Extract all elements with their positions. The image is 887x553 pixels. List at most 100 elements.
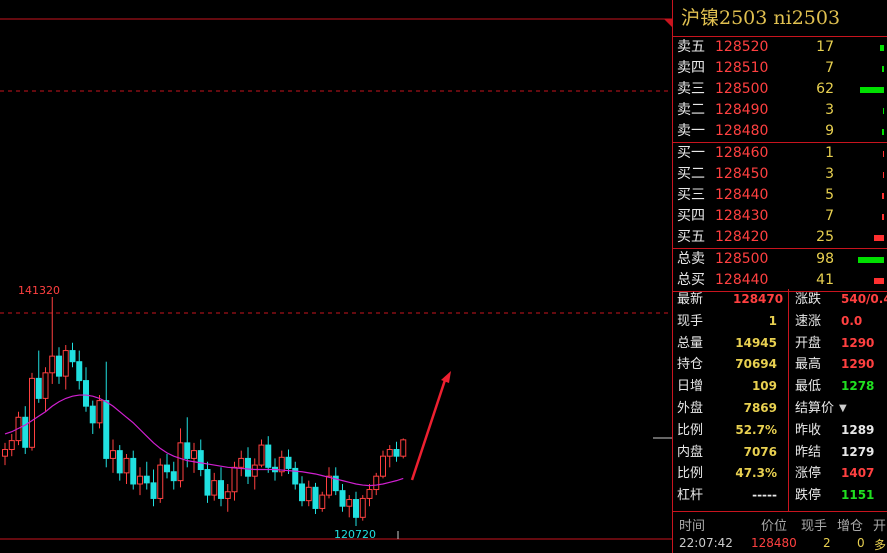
ask-label: 卖一 bbox=[677, 123, 705, 139]
candle-body bbox=[177, 442, 184, 482]
ask-volume-bar bbox=[883, 108, 884, 114]
candle-body bbox=[69, 350, 76, 363]
stats-table: 最新 128470 涨跌 540/0.4 现手 1 速涨 0.0 总量 14945 开盘 1290 持仓… bbox=[673, 289, 887, 507]
stat-label: 最低 bbox=[795, 379, 822, 395]
low-price-label: 120720 bbox=[334, 528, 376, 541]
candle-body bbox=[211, 480, 218, 496]
bid-row[interactable]: 买五 128420 25 bbox=[673, 227, 887, 248]
up-arrow-annotation bbox=[410, 371, 451, 481]
ask-volume: 9 bbox=[825, 123, 834, 139]
ask-volume-bar bbox=[880, 45, 884, 51]
stat-value: 7076 bbox=[743, 444, 777, 459]
bid-volume-bar bbox=[874, 235, 884, 241]
candle-body bbox=[373, 475, 380, 491]
stat-value: 0.0 bbox=[841, 313, 863, 328]
stat-value: 1279 bbox=[841, 444, 875, 459]
candle-body bbox=[238, 457, 245, 468]
candle-body bbox=[400, 439, 407, 457]
stat-row: 现手 1 速涨 0.0 bbox=[673, 311, 887, 333]
candle-body bbox=[35, 377, 42, 399]
bid-price: 128460 bbox=[715, 145, 769, 161]
trade-time: 22:07:42 bbox=[679, 536, 733, 550]
ask-volume: 7 bbox=[825, 60, 834, 76]
ask-row[interactable]: 卖二 128490 3 bbox=[673, 100, 887, 121]
ask-volume: 3 bbox=[825, 102, 834, 118]
candle-body bbox=[110, 450, 116, 459]
stat-value: 47.3% bbox=[735, 466, 777, 481]
stat-value: 1 bbox=[768, 313, 777, 328]
col-time: 时间 bbox=[679, 519, 706, 534]
candle-body bbox=[353, 499, 359, 518]
stat-value: ----- bbox=[752, 488, 777, 503]
bid-row[interactable]: 买四 128430 7 bbox=[673, 206, 887, 227]
ask-label: 卖四 bbox=[677, 60, 705, 76]
trade-type: 多 bbox=[874, 538, 887, 552]
high-price-label: 141320 bbox=[18, 284, 60, 297]
bid-volume: 5 bbox=[825, 187, 834, 203]
bid-volume-bar bbox=[882, 193, 884, 199]
candle-body bbox=[265, 444, 272, 468]
stat-value: 1290 bbox=[841, 335, 875, 350]
stat-label: 昨收 bbox=[795, 422, 822, 438]
stat-label: 昨结 bbox=[795, 444, 822, 460]
candle-body bbox=[197, 450, 204, 471]
stat-row: 内盘 7076 昨结 1279 bbox=[673, 442, 887, 464]
candle-body bbox=[251, 464, 258, 477]
stat-label: 现手 bbox=[677, 313, 704, 329]
stat-row: 比例 47.3% 涨停 1407 bbox=[673, 463, 887, 485]
stat-value: 1151 bbox=[841, 488, 875, 503]
col-volume: 现手 bbox=[801, 519, 828, 534]
col-open-interest: 增仓 bbox=[837, 519, 864, 534]
trade-list-header: 时间 价位 现手 增仓 开 bbox=[673, 511, 887, 534]
total-row[interactable]: 总卖 128500 98 bbox=[673, 249, 887, 270]
candle-body bbox=[96, 400, 103, 424]
ask-row[interactable]: 卖五 128520 17 bbox=[673, 37, 887, 58]
ask-row[interactable]: 卖一 128480 9 bbox=[673, 121, 887, 142]
col-type: 开 bbox=[873, 519, 887, 534]
stat-label: 外盘 bbox=[677, 400, 704, 416]
stat-label[interactable]: 结算价 bbox=[795, 398, 834, 420]
ask-label: 卖二 bbox=[677, 102, 705, 118]
total-row[interactable]: 总买 128440 41 bbox=[673, 270, 887, 291]
bid-row[interactable]: 买三 128440 5 bbox=[673, 185, 887, 206]
stat-value: 128470 bbox=[733, 292, 784, 306]
candle-body bbox=[386, 449, 393, 457]
ask-price: 128480 bbox=[715, 123, 769, 139]
candle-body bbox=[366, 489, 373, 499]
bid-price: 128430 bbox=[715, 208, 769, 224]
total-volume-bar bbox=[874, 278, 884, 284]
total-levels: 总卖 128500 98 总买 128440 41 bbox=[673, 249, 887, 291]
stat-row: 日增 109 最低 1278 bbox=[673, 376, 887, 398]
total-label: 总卖 bbox=[677, 251, 705, 267]
ask-row[interactable]: 卖三 128500 62 bbox=[673, 79, 887, 100]
candle-body bbox=[143, 475, 150, 484]
bid-row[interactable]: 买二 128450 3 bbox=[673, 164, 887, 185]
total-volume: 41 bbox=[816, 272, 834, 288]
quote-panel: 沪镍2503 ni2503 卖五 128520 17 卖四 128510 7 卖三 12850… bbox=[672, 0, 887, 553]
candle-body bbox=[191, 450, 197, 459]
total-label: 总买 bbox=[677, 272, 705, 288]
candle-body bbox=[29, 377, 35, 448]
total-volume: 98 bbox=[816, 251, 834, 267]
dropdown-triangle-icon[interactable]: ▼ bbox=[839, 398, 847, 420]
trade-volume: 2 bbox=[823, 536, 831, 550]
ask-price: 128510 bbox=[715, 60, 769, 76]
bid-row[interactable]: 买一 128460 1 bbox=[673, 143, 887, 164]
ask-price: 128500 bbox=[715, 81, 769, 97]
candle-body bbox=[22, 416, 29, 448]
bid-price: 128440 bbox=[715, 187, 769, 203]
stat-value: 52.7% bbox=[735, 422, 777, 437]
bid-label: 买二 bbox=[677, 166, 705, 182]
bid-volume-bar bbox=[883, 172, 884, 178]
stat-label: 跌停 bbox=[795, 488, 822, 504]
stat-label: 涨跌 bbox=[795, 292, 822, 307]
candle-body bbox=[184, 442, 191, 459]
bid-label: 买五 bbox=[677, 229, 705, 245]
candle-body bbox=[319, 494, 326, 509]
ask-row[interactable]: 卖四 128510 7 bbox=[673, 58, 887, 79]
bid-volume: 3 bbox=[825, 166, 834, 182]
bid-volume-bar bbox=[882, 214, 884, 220]
bid-levels: 买一 128460 1 买二 128450 3 买三 128440 5 买四 128430 7 买五 12… bbox=[673, 143, 887, 248]
candle-body bbox=[164, 464, 170, 473]
candlestick-chart[interactable]: 141320 120720 bbox=[0, 0, 672, 553]
